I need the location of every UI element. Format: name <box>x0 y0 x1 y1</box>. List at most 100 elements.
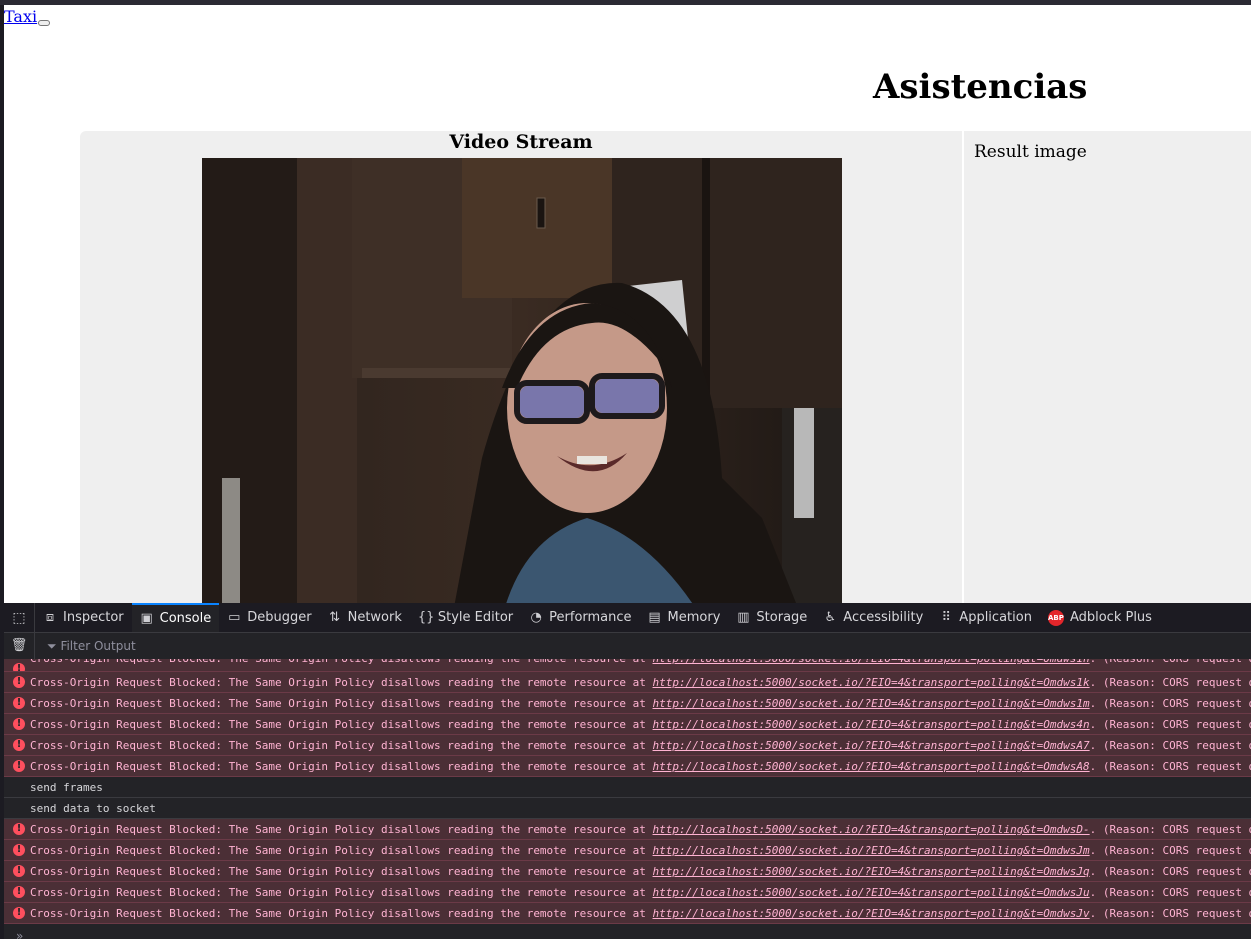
tab-label: Debugger <box>247 610 312 625</box>
error-reason: . (Reason: CORS request d <box>1089 907 1251 920</box>
adblock-icon: ABP <box>1047 609 1064 626</box>
tab-label: Style Editor <box>437 610 514 625</box>
console-log-message: send frames <box>4 777 1251 798</box>
tab-inspector[interactable]: ⧈ Inspector <box>35 603 132 632</box>
element-picker-button[interactable]: ⬚ <box>4 603 35 632</box>
error-url-link[interactable]: http://localhost:5000/socket.io/?EIO=4&t… <box>653 718 1090 731</box>
style-editor-icon: {} <box>417 610 435 625</box>
error-reason: . (Reason: CORS request d <box>1089 823 1251 836</box>
error-text: Cross-Origin Request Blocked: The Same O… <box>30 760 653 773</box>
error-url-link[interactable]: http://localhost:5000/socket.io/?EIO=4&t… <box>653 823 1090 836</box>
error-url-link[interactable]: http://localhost:5000/socket.io/?EIO=4&t… <box>653 676 1090 689</box>
video-stream-title: Video Stream <box>449 131 593 153</box>
video-stream-panel: Video Stream <box>80 131 962 603</box>
error-url-link[interactable]: http://localhost:5000/socket.io/?EIO=4&t… <box>653 659 1090 665</box>
error-reason: . (Reason: CORS request d <box>1089 886 1251 899</box>
error-url-link[interactable]: http://localhost:5000/socket.io/?EIO=4&t… <box>653 886 1090 899</box>
storage-icon: ▥ <box>737 610 750 625</box>
webcam-video <box>202 158 842 603</box>
tab-label: Inspector <box>63 610 124 625</box>
error-reason: . (Reason: CORS request d <box>1089 844 1251 857</box>
devtools-panel: ⬚ ⧈ Inspector ▣ Console ▭ Debugger ⇅ Network… <box>4 603 1251 943</box>
tab-accessibility[interactable]: ♿ Accessibility <box>815 603 931 632</box>
error-url-link[interactable]: http://localhost:5000/socket.io/?EIO=4&t… <box>653 739 1090 752</box>
error-url-link[interactable]: http://localhost:5000/socket.io/?EIO=4&t… <box>653 697 1090 710</box>
application-icon: ⠿ <box>941 610 952 625</box>
console-error-message: ! Cross-Origin Request Blocked: The Same … <box>4 861 1251 882</box>
inspector-icon: ⧈ <box>45 610 55 625</box>
console-error-message: ! Cross-Origin Request Blocked: The Same … <box>4 840 1251 861</box>
error-url-link[interactable]: http://localhost:5000/socket.io/?EIO=4&t… <box>653 844 1090 857</box>
tab-label: Console <box>159 611 212 626</box>
error-icon: ! <box>13 886 25 898</box>
error-icon: ! <box>13 739 25 751</box>
tab-label: Application <box>959 610 1032 625</box>
small-button[interactable] <box>38 20 50 26</box>
error-text: Cross-Origin Request Blocked: The Same O… <box>30 844 653 857</box>
trash-icon: 🗑 <box>10 638 28 653</box>
console-error-message: ! Cross-Origin Request Blocked: The Same … <box>4 756 1251 777</box>
console-error-message: ! Cross-Origin Request Blocked: The Same … <box>4 735 1251 756</box>
tab-memory[interactable]: ▤ Memory <box>640 603 729 632</box>
tab-label: Storage <box>756 610 808 625</box>
error-reason: . (Reason: CORS request d <box>1089 760 1251 773</box>
taxi-link[interactable]: Taxi <box>4 7 37 26</box>
error-icon: ! <box>13 823 25 835</box>
log-text: send frames <box>30 781 103 794</box>
debugger-icon: ▭ <box>228 610 241 625</box>
error-url-link[interactable]: http://localhost:5000/socket.io/?EIO=4&t… <box>653 760 1090 773</box>
log-text: send data to socket <box>30 802 156 815</box>
webcam-frame-image <box>202 158 842 603</box>
error-reason: . (Reason: CORS request d <box>1089 739 1251 752</box>
error-reason: . (Reason: CORS request d <box>1089 676 1251 689</box>
performance-icon: ◔ <box>530 610 542 625</box>
tab-label: Adblock Plus <box>1069 610 1152 625</box>
error-text: Cross-Origin Request Blocked: The Same O… <box>30 865 653 878</box>
console-error-message: ! Cross-Origin Request Blocked: The Same … <box>4 882 1251 903</box>
error-text: Cross-Origin Request Blocked: The Same O… <box>30 823 653 836</box>
error-url-link[interactable]: http://localhost:5000/socket.io/?EIO=4&t… <box>653 865 1090 878</box>
console-error-message: ! Cross-Origin Request Blocked: The Same … <box>4 903 1251 924</box>
console-error-message: ! Cross-Origin Request Blocked: The Same … <box>4 714 1251 735</box>
tab-network[interactable]: ⇅ Network <box>320 603 410 632</box>
error-reason: . (Reason: CORS request d <box>1089 718 1251 731</box>
error-url-link[interactable]: http://localhost:5000/socket.io/?EIO=4&t… <box>653 907 1090 920</box>
clear-console-button[interactable]: 🗑 <box>4 633 35 659</box>
console-error-message: ! Cross-Origin Request Blocked: The Same … <box>4 672 1251 693</box>
console-icon: ▣ <box>140 611 153 626</box>
tab-console[interactable]: ▣ Console <box>131 603 220 632</box>
error-text: Cross-Origin Request Blocked: The Same O… <box>30 659 653 665</box>
tab-adblock-plus[interactable]: ABP Adblock Plus <box>1040 603 1160 632</box>
tab-storage[interactable]: ▥ Storage <box>728 603 815 632</box>
tab-label: Memory <box>667 610 721 625</box>
console-prompt[interactable]: » <box>16 929 23 943</box>
result-image-panel: Result image <box>964 131 1251 603</box>
result-image-label: Result image <box>974 142 1087 162</box>
error-text: Cross-Origin Request Blocked: The Same O… <box>30 697 653 710</box>
tab-application[interactable]: ⠿ Application <box>931 603 1040 632</box>
filter-icon: ⏷ <box>47 638 57 653</box>
filter-input[interactable]: ⏷ Filter Output <box>47 639 136 654</box>
web-page: Taxi Asistencias Video Stream Result ima… <box>4 5 1251 603</box>
error-text: Cross-Origin Request Blocked: The Same O… <box>30 886 653 899</box>
error-icon: ! <box>13 718 25 730</box>
error-icon: ! <box>13 697 25 709</box>
tab-debugger[interactable]: ▭ Debugger <box>219 603 319 632</box>
error-text: Cross-Origin Request Blocked: The Same O… <box>30 676 653 689</box>
tab-style-editor[interactable]: {} Style Editor <box>410 603 521 632</box>
error-reason: . (Reason: CORS request d <box>1090 659 1251 665</box>
error-icon: ! <box>13 760 25 772</box>
network-icon: ⇅ <box>329 610 341 625</box>
tab-performance[interactable]: ◔ Performance <box>521 603 639 632</box>
error-icon: ! <box>13 844 25 856</box>
tab-label: Performance <box>549 610 632 625</box>
error-text: Cross-Origin Request Blocked: The Same O… <box>30 739 653 752</box>
error-icon: ! <box>13 907 25 919</box>
tab-label: Network <box>347 610 402 625</box>
filter-placeholder: Filter Output <box>60 638 136 653</box>
console-output: ! Cross-Origin Request Blocked: The Same … <box>4 659 1251 939</box>
element-picker-icon: ⬚ <box>12 609 26 626</box>
console-error-message: ! Cross-Origin Request Blocked: The Same … <box>4 693 1251 714</box>
error-icon: ! <box>13 865 25 877</box>
tab-label: Accessibility <box>843 610 924 625</box>
